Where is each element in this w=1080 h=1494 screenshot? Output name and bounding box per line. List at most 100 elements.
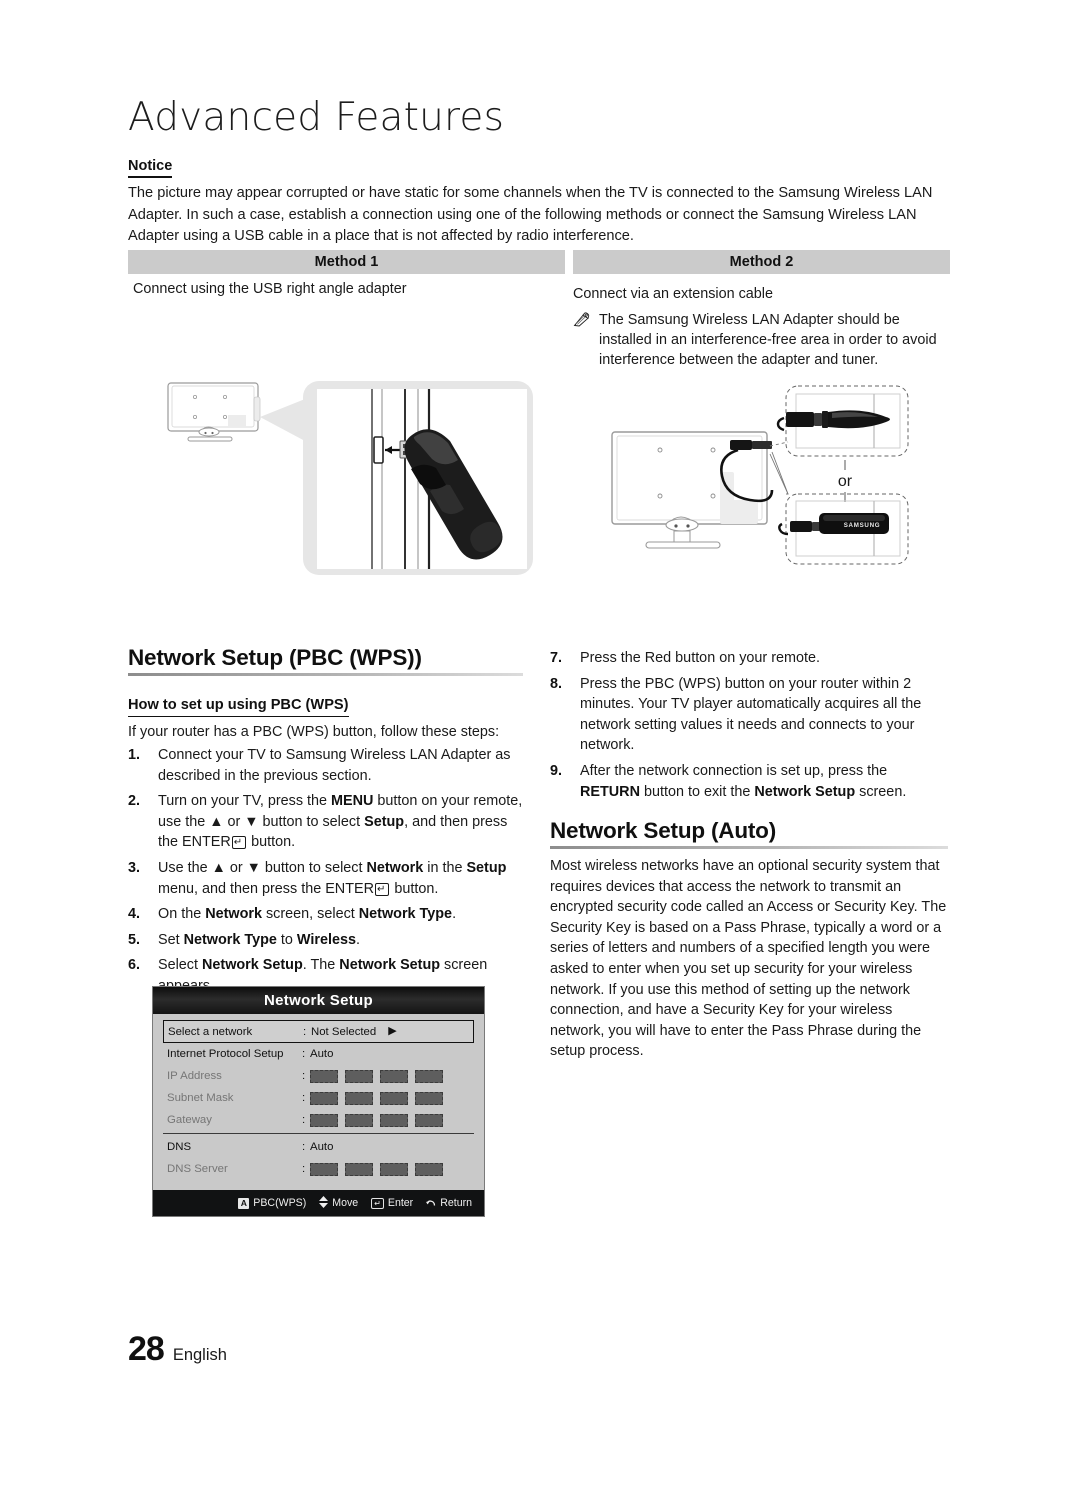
list-item-number: 9. [550,762,563,779]
osd-row-list: Select a network: Not Selected ▶ Internet P… [163,1020,474,1184]
osd-row-colon: : [302,1048,306,1060]
red-a-button-icon: A [238,1197,250,1209]
osd-row-value [310,1069,470,1083]
osd-row[interactable]: Internet Protocol Setup: Auto [163,1043,474,1065]
osd-row-value: Not Selected ▶ [311,1026,469,1038]
list-item: 5. Set Network Type to Wireless. [128,930,528,951]
list-item-number: 3. [128,859,141,876]
osd-row[interactable]: Select a network: Not Selected ▶ [163,1020,474,1043]
pbc-sub-heading: How to set up using PBC (WPS) [128,697,349,717]
notice-label: Notice [128,158,173,178]
tv-rear-illustration [167,382,261,442]
return-arrow-icon [426,1197,436,1210]
osd-row-colon: : [302,1114,306,1126]
list-item: 7. Press the Red button on your remote. [550,648,950,669]
auto-section-paragraph: Most wireless networks have an optional … [550,858,947,1060]
osd-row[interactable]: DNS Server: [163,1158,474,1180]
auto-section-rule [550,846,948,849]
osd-key-hint[interactable]: Move [319,1195,359,1211]
right-angle-adapter [776,410,890,432]
list-item: 3. Use the ▲ or ▼ button to select Networ… [128,858,528,899]
network-setup-osd: Network Setup Select a network: Not Selec… [152,986,485,1217]
brand-label: SAMSUNG [844,522,881,529]
osd-value-boxes [310,1113,443,1127]
method-2-note: The Samsung Wireless LAN Adapter should … [573,310,953,371]
page-footer: 28 English [128,1330,227,1369]
list-item-number: 7. [550,650,563,666]
osd-row[interactable]: Subnet Mask: [163,1087,474,1109]
method-2-caption: Connect via an extension cable [573,286,774,302]
osd-key-hint[interactable]: A PBC(WPS) [238,1197,306,1209]
osd-key-label: Move [332,1197,359,1209]
osd-title: Network Setup [153,987,484,1014]
pbc-steps-right: 7. Press the Red button on your remote. 8.… [550,648,950,807]
osd-row[interactable]: DNS: Auto [163,1136,474,1158]
auto-section-heading: Network Setup (Auto) [550,818,776,843]
osd-value-boxes [310,1091,443,1105]
osd-row-label: DNS [167,1141,192,1153]
osd-row-value: Auto [310,1048,470,1060]
osd-footer-keys: A PBC(WPS) Move ↵ Enter Return [153,1190,484,1216]
list-item-text: Turn on your TV, press the MENU button o… [158,793,523,851]
method-1-caption: Connect using the USB right angle adapte… [133,281,407,297]
chevron-right-icon[interactable]: ▶ [388,1026,396,1037]
list-item-number: 1. [128,747,141,763]
page-title: Advanced Features [128,95,505,140]
osd-row-colon: : [302,1163,306,1175]
enter-button-icon: ↵ [371,1197,384,1209]
pbc-section-heading: Network Setup (PBC (WPS)) [128,645,422,670]
osd-value-boxes [310,1069,443,1083]
osd-row-colon: : [302,1070,306,1082]
list-item: 9. After the network connection is set up… [550,761,950,802]
osd-row-label: IP Address [167,1070,222,1082]
list-item-number: 2. [128,793,141,810]
osd-key-label: Enter [387,1197,414,1209]
list-item-number: 5. [128,931,141,948]
osd-row-colon: : [302,1141,306,1153]
notice-body: The picture may appear corrupted or have… [128,185,933,244]
list-item-text: Use the ▲ or ▼ button to select Network … [158,859,507,897]
pbc-lead-text: If your router has a PBC (WPS) button, f… [128,724,500,740]
method-2-figure: or SAMSUNG [600,382,956,573]
osd-value-text: Auto [310,1048,334,1060]
method-2-header: Method 2 [573,250,950,274]
osd-row-label: Select a network [168,1025,253,1038]
list-item-text: Press the Red button on your remote. [580,650,820,666]
list-item: 1. Connect your TV to Samsung Wireless LA… [128,745,528,786]
list-item-text: After the network connection is set up, … [580,762,907,800]
method-1-figure [150,375,540,590]
osd-key-hint[interactable]: ↵ Enter [371,1197,413,1209]
list-item: 8. Press the PBC (WPS) button on your rou… [550,674,950,756]
osd-row-value [310,1113,470,1127]
list-item-text: Set Network Type to Wireless. [158,931,360,948]
up-down-arrows-icon [319,1195,329,1211]
osd-key-label: Return [440,1197,472,1209]
osd-row-label: Gateway [167,1114,212,1126]
list-item-number: 4. [128,906,141,923]
osd-row-label: Internet Protocol Setup [167,1048,284,1060]
page-number: 28 [128,1330,165,1368]
list-item-number: 8. [550,675,563,692]
osd-row[interactable]: IP Address: [163,1065,474,1087]
list-item-text: On the Network screen, select Network Ty… [158,906,457,923]
osd-row-label: DNS Server [167,1163,228,1175]
osd-row-colon: : [302,1092,306,1104]
method-2-note-text: The Samsung Wireless LAN Adapter should … [599,312,937,369]
pbc-section-rule [128,673,523,676]
pbc-steps-left: 1. Connect your TV to Samsung Wireless LA… [128,745,528,1002]
or-label: or [838,473,853,490]
pencil-note-icon [573,310,591,371]
osd-value-boxes [310,1162,443,1176]
osd-divider [163,1133,474,1134]
osd-key-label: PBC(WPS) [253,1197,307,1209]
osd-row-value [310,1162,470,1176]
list-item: 2. Turn on your TV, press the MENU button… [128,791,528,853]
list-item-text: Press the PBC (WPS) button on your route… [580,675,922,754]
osd-row-label: Subnet Mask [167,1092,234,1104]
osd-value-text: Auto [310,1141,334,1153]
osd-row[interactable]: Gateway: [163,1109,474,1131]
list-item: 4. On the Network screen, select Network … [128,904,528,925]
osd-row-value [310,1091,470,1105]
osd-value-text: Not Selected [311,1025,377,1038]
osd-key-hint[interactable]: Return [426,1197,472,1210]
